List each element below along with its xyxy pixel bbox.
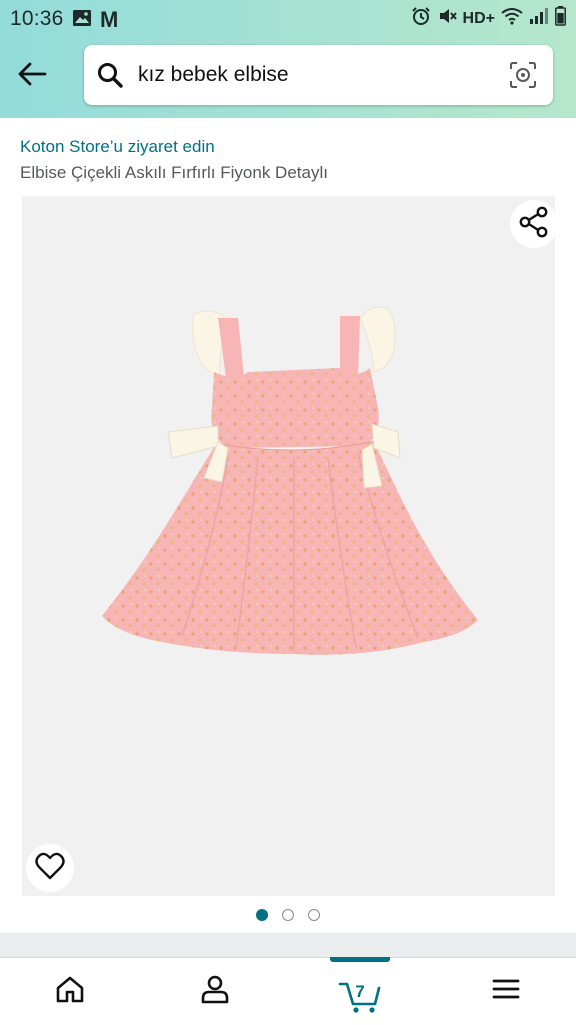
home-icon [55, 975, 85, 1008]
section-divider [0, 933, 576, 957]
nav-home[interactable] [25, 958, 115, 1025]
status-time: 10:36 [10, 7, 64, 30]
wishlist-button[interactable] [26, 844, 74, 892]
signal-icon [529, 7, 549, 30]
search-icon[interactable] [97, 62, 123, 88]
carousel-dot[interactable] [256, 909, 268, 921]
heart-icon [35, 852, 65, 885]
mute-icon [437, 6, 457, 31]
share-button[interactable] [510, 200, 558, 248]
carousel-dot[interactable] [308, 909, 320, 921]
share-icon [519, 206, 549, 243]
cart-count: 7 [355, 981, 365, 1001]
bottom-nav: 7 [0, 957, 576, 1025]
alarm-icon [411, 6, 431, 31]
product-image[interactable] [22, 196, 555, 896]
carousel-indicator [0, 906, 576, 924]
nav-menu[interactable] [461, 958, 551, 1025]
store-link[interactable]: Koton Store’u ziyaret edin [20, 137, 215, 157]
status-left-icons: M [72, 7, 118, 33]
status-bar: 10:36 M HD+ [0, 0, 576, 36]
back-arrow-icon [17, 62, 47, 91]
battery-icon [555, 6, 566, 31]
back-button[interactable] [14, 58, 50, 94]
nav-cart[interactable]: 7 [315, 958, 405, 1025]
nav-account[interactable] [170, 958, 260, 1025]
search-input[interactable] [138, 45, 498, 105]
account-icon [200, 974, 230, 1009]
wifi-icon [501, 7, 523, 30]
cart-icon: 7 [338, 970, 382, 1014]
gmail-icon: M [100, 7, 119, 32]
product-title: Elbise Çiçekli Askılı Fırfırlı Fiyonk De… [20, 163, 328, 182]
image-icon [72, 9, 92, 32]
menu-icon [492, 977, 520, 1006]
app-header: 10:36 M HD+ [0, 0, 576, 118]
search-bar[interactable] [84, 45, 553, 105]
dress-illustration [102, 306, 478, 655]
carousel-dot[interactable] [282, 909, 294, 921]
camera-lens-icon[interactable] [509, 61, 537, 89]
status-right-icons: HD+ [411, 6, 566, 31]
active-tab-indicator [330, 957, 390, 962]
network-label: HD+ [462, 9, 495, 27]
